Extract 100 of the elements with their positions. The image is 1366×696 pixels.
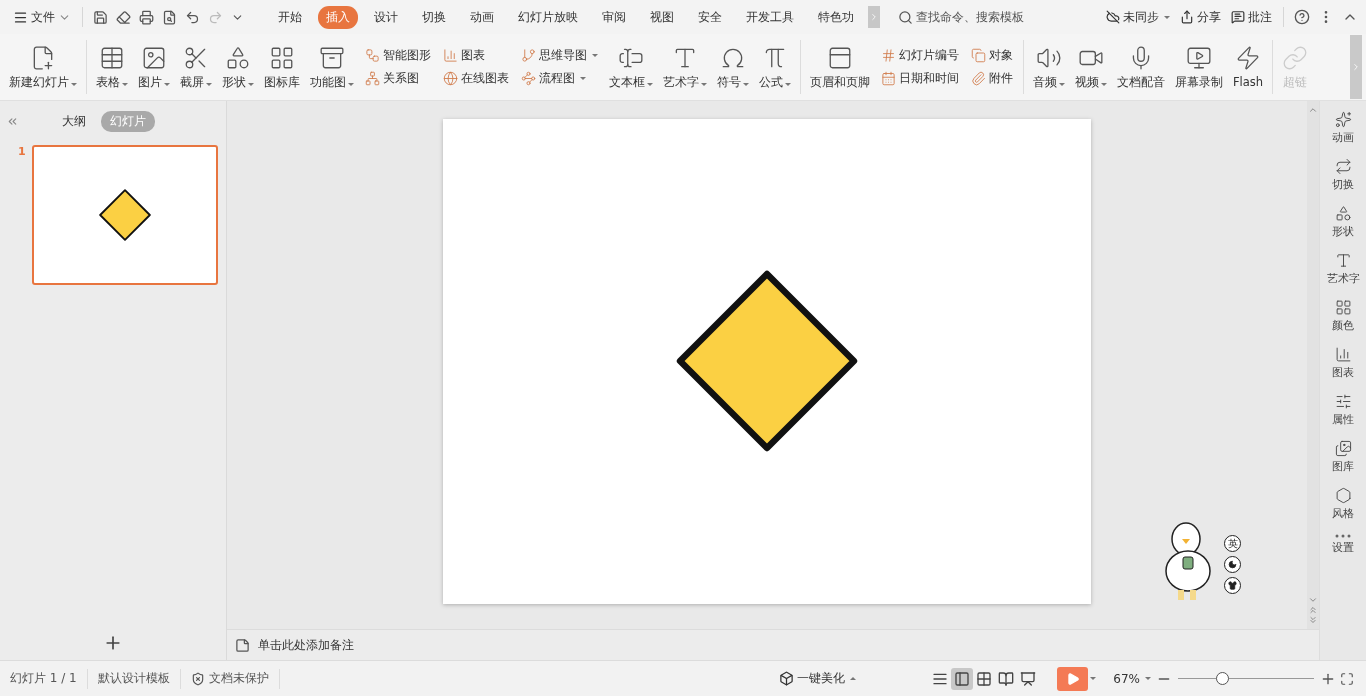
help-icon[interactable] (1292, 7, 1312, 27)
ribbon-button[interactable]: 公式 (754, 37, 796, 97)
sidebar-button[interactable]: 属性 (1332, 393, 1354, 427)
ribbon-button[interactable]: 日期和时间 (879, 71, 961, 86)
ribbon-tab[interactable]: 视图 (642, 5, 682, 29)
sidebar-button[interactable]: 动画 (1332, 111, 1354, 145)
ribbon-tab[interactable]: 安全 (690, 5, 730, 29)
toolbar-button[interactable]: 未同步 (1103, 6, 1173, 28)
protection-status[interactable]: 文档未保护 (180, 668, 280, 689)
ribbon-button[interactable]: 新建幻灯片 (4, 37, 82, 97)
slide-number-icon (881, 48, 896, 63)
ribbon-button[interactable]: 关系图 (363, 71, 433, 86)
ribbon-button[interactable]: 功能图 (305, 37, 359, 97)
chevron-right-icon (869, 12, 879, 22)
zoom-dropdown[interactable]: 67% (1110, 669, 1154, 688)
notes-field[interactable]: 单击此处添加备注 (256, 637, 460, 653)
ribbon-button[interactable]: 艺术字 (658, 37, 712, 97)
ribbon-button[interactable]: 视频 (1070, 37, 1112, 97)
sidebar-button[interactable]: 图表 (1332, 346, 1354, 380)
shapes-icon (225, 44, 251, 71)
ribbon-tab[interactable]: 动画 (462, 5, 502, 29)
beautify-button[interactable]: 一键美化 (776, 668, 860, 689)
sliders-icon (1334, 393, 1352, 410)
cloud-icon (1106, 10, 1120, 24)
diamond-shape (98, 189, 151, 241)
comment-icon (1231, 10, 1245, 24)
play-icon (1065, 671, 1080, 686)
ribbon-button[interactable]: 表格 (91, 37, 133, 97)
ribbon-tab[interactable]: 切换 (414, 5, 454, 29)
picture-icon (1334, 440, 1352, 457)
moon-icon[interactable] (1224, 556, 1241, 573)
file-menu[interactable]: 文件 (10, 6, 74, 28)
toolbar-button[interactable]: 批注 (1228, 6, 1275, 28)
ribbon-button[interactable]: 流程图 (519, 71, 600, 86)
ribbon-button[interactable]: 音频 (1028, 37, 1070, 97)
ribbon-tab[interactable]: 幻灯片放映 (510, 5, 586, 29)
ribbon-tab[interactable]: 审阅 (594, 5, 634, 29)
ribbon-button[interactable]: 对象 (969, 48, 1015, 63)
star-icon (1334, 111, 1352, 128)
slide-info: 幻灯片 1 / 1 (0, 668, 88, 689)
ribbon-button[interactable]: 截屏 (175, 37, 217, 97)
sidebar-button[interactable]: 艺术字 (1326, 252, 1360, 286)
sidebar-button[interactable]: 风格 (1332, 487, 1354, 521)
paperclip-icon (971, 71, 986, 86)
ribbon-button[interactable]: 图表 (441, 48, 511, 63)
ribbon-button[interactable]: 文档配音 (1112, 37, 1170, 97)
object-icon (971, 48, 986, 63)
ribbon-button[interactable]: Flash (1228, 37, 1269, 97)
ribbon-tab[interactable]: 特色功 (810, 5, 862, 29)
chart-icon (1334, 346, 1352, 363)
sidebar-button[interactable]: 设置 (1332, 534, 1354, 555)
slider-thumb[interactable] (1215, 672, 1229, 685)
more-icon (1335, 534, 1351, 538)
ribbon-button[interactable]: 符号 (712, 37, 754, 97)
flowchart-icon (521, 71, 536, 86)
panel-tab[interactable]: 大纲 (53, 110, 95, 132)
shapes-icon (1334, 205, 1352, 222)
template-name: 默认设计模板 (87, 668, 181, 689)
ribbon-button[interactable]: 智能图形 (363, 48, 433, 63)
chevron-right-icon (1351, 62, 1361, 72)
ribbon-button[interactable]: 附件 (969, 71, 1015, 86)
ribbon-button[interactable]: 形状 (217, 37, 259, 97)
ribbon-button[interactable]: 幻灯片编号 (879, 48, 961, 63)
share-icon (1180, 10, 1194, 24)
hexagon-icon (1334, 487, 1352, 504)
toolbar-button[interactable]: 分享 (1177, 6, 1224, 28)
ribbon-tab[interactable]: 开始 (270, 5, 310, 29)
search-icon (898, 9, 913, 25)
sidebar-button[interactable]: 形状 (1332, 205, 1354, 239)
ribbon-button[interactable]: 在线图表 (441, 71, 511, 86)
ribbon-tab[interactable]: 设计 (366, 5, 406, 29)
ribbon-button[interactable]: 图片 (133, 37, 175, 97)
shield-icon (190, 671, 205, 686)
sidebar-button[interactable]: 切换 (1332, 158, 1354, 192)
ribbon-button[interactable]: 页眉和页脚 (805, 37, 875, 97)
shirt-icon[interactable] (1224, 577, 1241, 594)
search-field[interactable]: 查找命令、搜索模板 (898, 9, 1038, 25)
chart-icon (443, 48, 458, 63)
ribbon-button[interactable]: 文本框 (604, 37, 658, 97)
slide-number: 1 (18, 145, 26, 160)
normal-view-icon[interactable] (951, 667, 974, 690)
cube-icon (779, 671, 795, 686)
link-icon (1282, 44, 1309, 71)
sidebar-button[interactable]: 颜色 (1332, 299, 1354, 333)
online-chart-icon (443, 71, 458, 86)
sidebar-button[interactable]: 图库 (1332, 440, 1354, 474)
calendar-icon (881, 71, 896, 86)
relation-chart-icon (365, 71, 380, 86)
transition-icon (1334, 158, 1352, 175)
slide-thumbnail[interactable] (31, 145, 218, 285)
menu-icon (13, 9, 28, 25)
ribbon-button[interactable]: 屏幕录制 (1170, 37, 1228, 97)
ime-language-toggle[interactable]: 英 (1224, 535, 1241, 552)
ribbon-button[interactable]: 思维导图 (519, 48, 600, 63)
notes-icon (235, 637, 250, 653)
ribbon-tab[interactable]: 开发工具 (738, 5, 802, 29)
play-button[interactable] (1057, 666, 1089, 691)
mind-map-icon (521, 48, 536, 63)
ribbon-button[interactable]: 图标库 (259, 37, 305, 97)
word-art-icon (1334, 252, 1352, 269)
